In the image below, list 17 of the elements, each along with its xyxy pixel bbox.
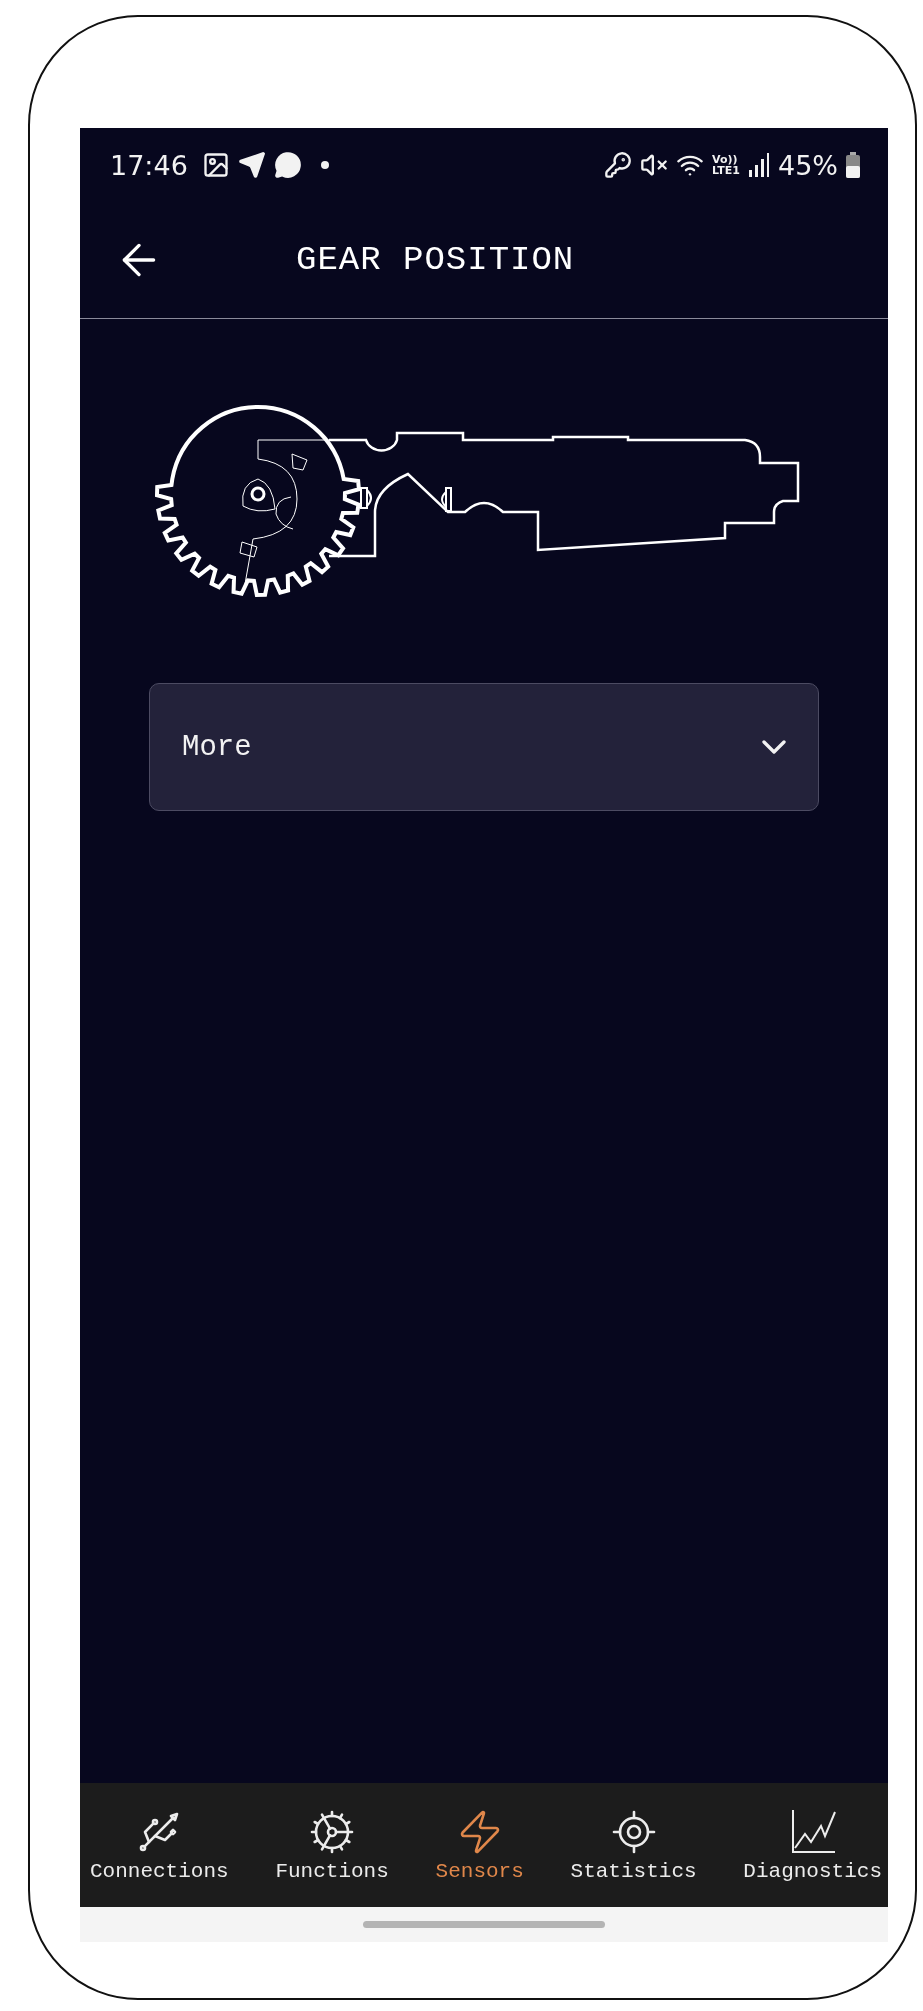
nav-tab[interactable]: Diagnostics	[741, 1783, 884, 1907]
status-time: 17:46	[110, 149, 188, 181]
image-icon	[201, 151, 230, 179]
dot-icon	[319, 160, 330, 170]
signal-icon	[748, 152, 770, 178]
chat-icon	[273, 151, 302, 179]
nav-tab[interactable]: Sensors	[433, 1783, 526, 1907]
nav-tab[interactable]: Connections	[88, 1783, 231, 1907]
nav-tab[interactable]: Statistics	[568, 1783, 699, 1907]
volte-label: Vo)) LTE1	[712, 154, 740, 176]
battery-icon	[846, 152, 860, 178]
key-icon	[604, 151, 633, 179]
send-icon	[237, 151, 266, 179]
page-title: GEAR POSITION	[296, 241, 575, 279]
battery-percent: 45%	[778, 149, 838, 181]
more-dropdown[interactable]: More	[149, 683, 819, 811]
nav-tab[interactable]: Functions	[273, 1783, 391, 1907]
